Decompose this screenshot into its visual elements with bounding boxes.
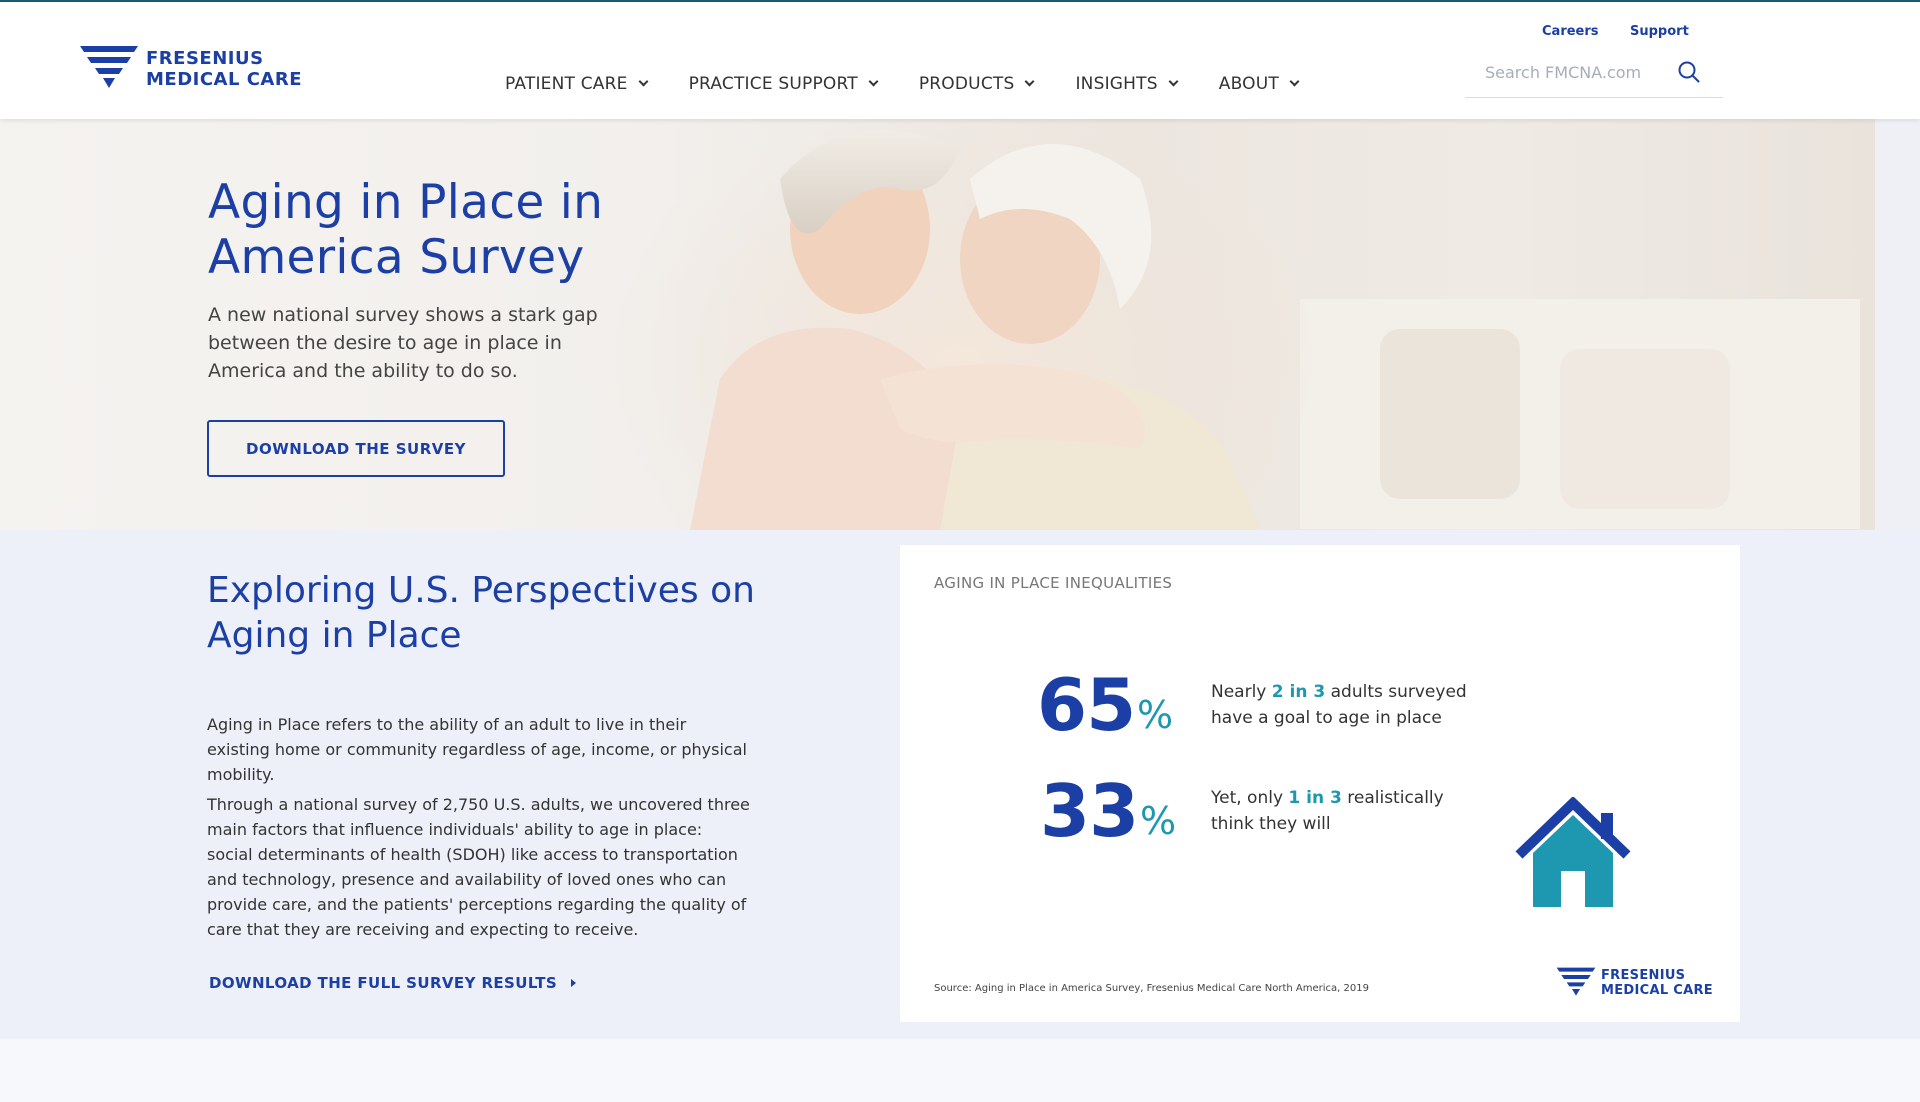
search-input[interactable] [1465,50,1665,94]
house-icon [1515,797,1631,907]
stat-number: 65 [1037,663,1136,747]
download-full-results-label: DOWNLOAD THE FULL SURVEY RESULTS [209,974,558,992]
brand-logo[interactable]: FRESENIUS MEDICAL CARE [78,42,302,90]
card-brand-line2: MEDICAL CARE [1601,983,1713,998]
hero-section: Aging in Place in America Survey A new n… [0,119,1875,530]
nav-item-products[interactable]: PRODUCTS [918,74,1035,94]
main-nav: PATIENT CARE PRACTICE SUPPORT PRODUCTS I… [505,74,1340,94]
stat-highlight: 2 in 3 [1271,682,1326,702]
fresenius-logo-icon [1556,967,1596,996]
search-bar [1465,50,1723,98]
stat-number: 33 [1040,769,1139,853]
nav-item-label: PATIENT CARE [505,74,628,94]
hero-title: Aging in Place in America Survey [208,175,603,285]
chevron-down-icon [868,76,879,87]
support-link[interactable]: Support [1630,24,1689,39]
info-paragraph-2: Through a national survey of 2,750 U.S. … [207,795,750,939]
nav-item-label: PRACTICE SUPPORT [688,74,858,94]
nav-item-insights[interactable]: INSIGHTS [1075,74,1179,94]
hero-title-line2: America Survey [208,230,585,285]
chevron-down-icon [1168,76,1179,87]
stat-highlight: 1 in 3 [1288,788,1342,808]
hero-side-strip [1875,119,1920,530]
nav-item-about[interactable]: ABOUT [1218,74,1300,94]
chevron-down-icon [1025,76,1035,87]
source-citation: Source: Aging in Place in America Survey… [934,983,1369,994]
nav-item-patient-care[interactable]: PATIENT CARE [505,74,649,94]
hero-title-line1: Aging in Place in [208,175,604,230]
nav-item-label: ABOUT [1218,74,1279,94]
nav-item-label: INSIGHTS [1075,74,1158,94]
stat-unit: % [1140,799,1177,843]
brand-line1: FRESENIUS [146,48,264,69]
card-brand-logo: FRESENIUS MEDICAL CARE [1555,965,1713,998]
fresenius-logo-icon [80,46,138,88]
infographic-card: AGING IN PLACE INEQUALITIES 65 % Nearly … [900,545,1740,1022]
card-heading: AGING IN PLACE INEQUALITIES [934,574,1173,592]
stat-description: Nearly 2 in 3 adults surveyed have a goa… [1211,679,1481,731]
stat-text-pre: Yet, only [1211,788,1289,808]
search-icon[interactable] [1677,60,1701,84]
arrow-right-icon [571,979,577,987]
brand-line2: MEDICAL CARE [146,69,303,90]
chevron-down-icon [638,76,649,87]
stat-description: Yet, only 1 in 3 realistically think the… [1211,785,1461,837]
download-full-results-link[interactable]: DOWNLOAD THE FULL SURVEY RESULTS [209,974,577,992]
info-title: Exploring U.S. Perspectives on Aging in … [207,570,755,656]
page-bottom-band [0,1039,1920,1102]
site-header: FRESENIUS MEDICAL CARE Careers Support P… [0,2,1920,119]
stat-unit: % [1137,693,1174,737]
download-survey-button[interactable]: DOWNLOAD THE SURVEY [207,420,505,477]
info-paragraph-1: Aging in Place refers to the ability of … [207,715,747,784]
chevron-down-icon [1289,76,1300,87]
nav-item-practice-support[interactable]: PRACTICE SUPPORT [688,74,879,94]
careers-link[interactable]: Careers [1542,24,1599,39]
hero-subtitle: A new national survey shows a stark gap … [208,304,598,382]
stat-text-pre: Nearly [1211,682,1272,702]
nav-item-label: PRODUCTS [918,74,1015,94]
card-brand-line1: FRESENIUS [1601,968,1686,983]
